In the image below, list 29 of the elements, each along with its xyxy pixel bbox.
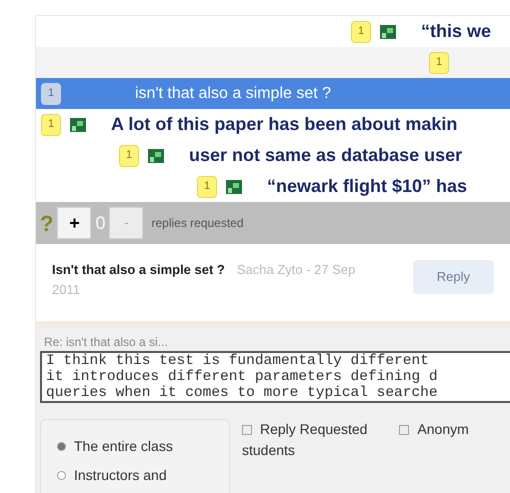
count-badge: 1 (41, 82, 61, 104)
checkbox[interactable] (242, 424, 252, 434)
checkbox[interactable] (399, 424, 410, 434)
count-badge: 1 (197, 176, 217, 198)
checkbox-label: Reply Requested (260, 420, 368, 439)
comment-heading: Isn't that also a simple set ? Sacha Zyto - 27 Sep 2011 (52, 261, 356, 299)
radio-button[interactable] (57, 471, 66, 480)
radio-label: Instructors and (74, 466, 167, 485)
toolbar-label: replies requested (151, 215, 244, 232)
count-badge: 1 (41, 114, 61, 136)
thread-title: “newark flight $10” has (267, 175, 468, 198)
thread-title: user not same as database user (189, 144, 462, 167)
plus-button[interactable]: + (57, 207, 92, 239)
thread-title: “this we (421, 20, 492, 43)
thread-title: A lot of this paper has been about makin (111, 113, 458, 136)
radio-button[interactable] (57, 442, 66, 451)
radio-label: The entire class (74, 437, 173, 456)
count-badge: 1 (119, 144, 139, 166)
count-badge: 1 (351, 20, 371, 42)
thread-title: isn't that also a simple set ? (135, 84, 332, 104)
reply-input[interactable]: I think this test is fundamentally different it introduces different parameters defining d queries when it comes to more typical searche (40, 351, 510, 403)
option-note: students (242, 441, 296, 460)
checkbox-label: Anonym (417, 420, 469, 439)
reply-subject: Re: isn't that also a si... (44, 334, 169, 351)
reply-button[interactable]: Reply (412, 260, 494, 294)
reply-count: 0 (95, 212, 106, 234)
thread-row[interactable]: 1 (36, 47, 510, 78)
thread-row[interactable]: 1 isn't that also a simple set ? (36, 78, 510, 109)
count-badge: 1 (429, 52, 449, 74)
